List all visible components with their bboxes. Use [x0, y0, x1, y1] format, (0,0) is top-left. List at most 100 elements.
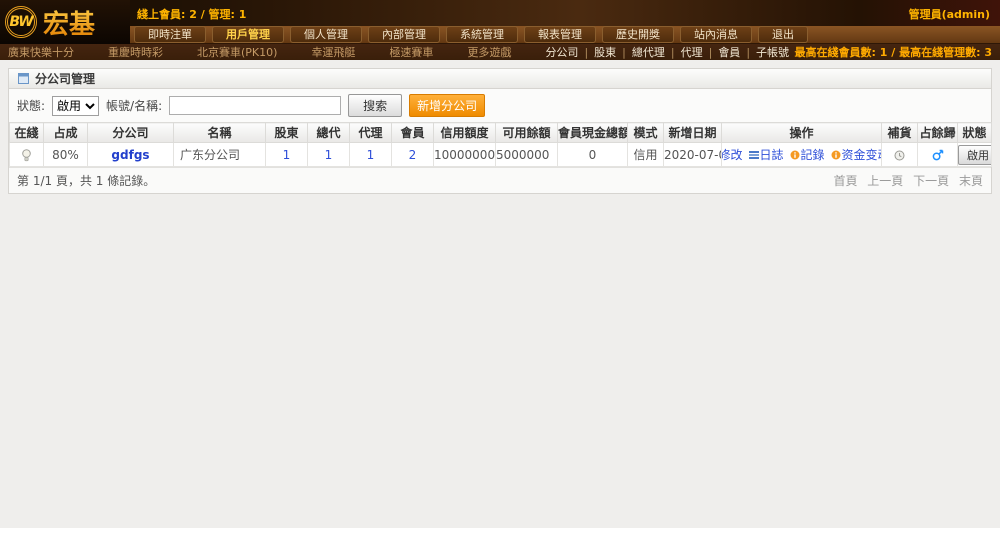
- table-row: 80% gdfgs 广东分公司 1 1 1 2 10000000 5000000…: [9, 142, 992, 167]
- cell-share-return: [917, 142, 958, 167]
- col-date-added: 新增日期: [663, 122, 722, 143]
- table-header-row: 在綫 占成 分公司 名稱 股東 總代 代理 會員 信用額度 可用餘額 會員現金總…: [9, 122, 992, 143]
- bulb-icon: [21, 148, 32, 162]
- cell-credit-limit: 10000000: [433, 142, 496, 167]
- col-members: 會員: [391, 122, 434, 143]
- brand-bw-icon: BW: [5, 6, 37, 38]
- nav-site-messages[interactable]: 站內消息: [680, 26, 752, 43]
- col-available-balance: 可用餘額: [495, 122, 558, 143]
- transfer-icon[interactable]: [932, 149, 944, 161]
- col-share-return: 占餘歸: [917, 122, 958, 143]
- page: 即時注單 用戶管理 個人管理 內部管理 系統管理 報表管理 歷史開獎 站內消息 …: [0, 0, 1000, 535]
- next-page-link[interactable]: 下一頁: [913, 174, 949, 188]
- funds-change-link[interactable]: 资金变动: [831, 146, 881, 163]
- status-label: 狀態:: [17, 99, 46, 113]
- subnav-separator: |: [708, 45, 713, 59]
- first-page-link[interactable]: 首頁: [833, 174, 857, 188]
- subnav-shareholder[interactable]: 股東: [594, 44, 616, 60]
- subnav-member[interactable]: 會員: [718, 44, 740, 60]
- col-status: 狀態: [957, 122, 992, 143]
- admin-account-label: 管理員(admin): [908, 8, 990, 21]
- subnav-separator: |: [622, 45, 626, 59]
- cell-agents: 1: [349, 142, 392, 167]
- filter-bar: 狀態: 啟用 帳號/名稱: 搜索 新增分公司: [9, 89, 991, 122]
- main-nav: 即時注單 用戶管理 個人管理 內部管理 系統管理 報表管理 歷史開獎 站內消息 …: [0, 26, 1000, 44]
- log-link[interactable]: 日誌: [748, 146, 784, 163]
- cell-branch: gdfgs: [87, 142, 174, 167]
- panel-title-bar: 分公司管理: [9, 69, 991, 89]
- subnav-subaccount[interactable]: 子帳號: [756, 44, 789, 60]
- clock-icon[interactable]: [894, 150, 905, 161]
- pagination: 首頁 上一頁 下一頁 末頁: [827, 172, 983, 189]
- table-footer: 第 1/1 頁，共 1 條記錄。 首頁 上一頁 下一頁 末頁: [9, 167, 991, 193]
- game-lucky-airship[interactable]: 幸運飛艇: [311, 44, 355, 60]
- online-count-label: 綫上會員: 2 / 管理: 1: [137, 8, 247, 21]
- add-branch-button[interactable]: 新增分公司: [409, 94, 486, 117]
- col-member-cash-total: 會員現金總額: [557, 122, 628, 143]
- shareholders-count-link[interactable]: 1: [283, 148, 291, 162]
- nav-instant-orders[interactable]: 即時注單: [134, 26, 206, 43]
- game-speed-racing[interactable]: 極速賽車: [389, 44, 433, 60]
- cell-online: [9, 142, 44, 167]
- col-name: 名稱: [173, 122, 266, 143]
- cell-operations: 退水 修改 日誌: [721, 142, 882, 167]
- col-branch: 分公司: [87, 122, 174, 143]
- col-online: 在綫: [9, 122, 44, 143]
- records-link[interactable]: 記錄: [790, 146, 825, 163]
- branch-management-panel: 分公司管理 狀態: 啟用 帳號/名稱: 搜索 新增分公司 在綫 占成 分公司 名…: [8, 68, 992, 194]
- branch-table: 在綫 占成 分公司 名稱 股東 總代 代理 會員 信用額度 可用餘額 會員現金總…: [9, 122, 992, 167]
- last-page-link[interactable]: 末頁: [959, 174, 983, 188]
- operations-group: 退水 修改 日誌: [723, 145, 881, 165]
- game-guangdong-kl10[interactable]: 廣東快樂十分: [8, 44, 74, 60]
- subnav-separator: |: [584, 45, 589, 59]
- log-icon: [748, 150, 759, 159]
- game-beijing-pk10[interactable]: 北京賽車(PK10): [197, 44, 277, 60]
- status-select[interactable]: 啟用: [52, 95, 100, 116]
- cell-members: 2: [391, 142, 434, 167]
- col-shareholders: 股東: [265, 122, 308, 143]
- col-credit-limit: 信用額度: [433, 122, 496, 143]
- cell-shareholders: 1: [265, 142, 308, 167]
- subnav-branch[interactable]: 分公司: [545, 44, 578, 60]
- col-operations: 操作: [721, 122, 882, 143]
- subnav-separator: |: [670, 45, 675, 59]
- nav-logout[interactable]: 退出: [758, 26, 808, 43]
- cell-date-added: 2020-07-07: [663, 142, 722, 167]
- nav-system-management[interactable]: 系統管理: [446, 26, 518, 43]
- subnav-separator: |: [746, 45, 751, 59]
- games-nav: 廣東快樂十分 重慶時時彩 北京賽車(PK10) 幸運飛艇 極速賽車 更多遊戲 分…: [0, 44, 1000, 60]
- nav-user-management[interactable]: 用戶管理: [212, 26, 284, 43]
- general-agents-count-link[interactable]: 1: [325, 148, 333, 162]
- user-level-subnav: 分公司 | 股東 | 總代理 | 代理 | 會員 | 子帳號: [545, 44, 789, 60]
- panel-grid-icon: [18, 73, 29, 84]
- col-general-agents: 總代: [307, 122, 350, 143]
- brand-name: 宏基: [43, 4, 95, 41]
- nav-report-management[interactable]: 報表管理: [524, 26, 596, 43]
- record-summary: 第 1/1 頁，共 1 條記錄。: [17, 174, 156, 188]
- modify-link[interactable]: 修改: [723, 146, 743, 163]
- account-name-label: 帳號/名稱:: [106, 99, 163, 113]
- top-header: 即時注單 用戶管理 個人管理 內部管理 系統管理 報表管理 歷史開獎 站內消息 …: [0, 0, 1000, 60]
- cell-share-percent: 80%: [43, 142, 88, 167]
- nav-personal-management[interactable]: 個人管理: [290, 26, 362, 43]
- nav-history-results[interactable]: 歷史開獎: [602, 26, 674, 43]
- record-icon: [790, 150, 800, 160]
- nav-internal-management[interactable]: 內部管理: [368, 26, 440, 43]
- cell-restock: [881, 142, 918, 167]
- agents-count-link[interactable]: 1: [367, 148, 375, 162]
- cell-status: 啟用: [957, 142, 992, 167]
- cell-name: 广东分公司: [173, 142, 266, 167]
- search-button[interactable]: 搜索: [348, 94, 403, 117]
- game-chongqing-ssc[interactable]: 重慶時時彩: [108, 44, 163, 60]
- cell-general-agents: 1: [307, 142, 350, 167]
- members-count-link[interactable]: 2: [409, 148, 417, 162]
- cell-mode: 信用: [627, 142, 664, 167]
- more-games-link[interactable]: 更多遊戲: [467, 44, 511, 60]
- subnav-agent[interactable]: 代理: [681, 44, 703, 60]
- account-name-input[interactable]: [169, 96, 342, 115]
- branch-account-link[interactable]: gdfgs: [111, 148, 149, 162]
- subnav-general-agent[interactable]: 總代理: [632, 44, 665, 60]
- prev-page-link[interactable]: 上一頁: [867, 174, 903, 188]
- enable-button[interactable]: 啟用: [958, 144, 991, 165]
- cell-member-cash-total: 0: [557, 142, 628, 167]
